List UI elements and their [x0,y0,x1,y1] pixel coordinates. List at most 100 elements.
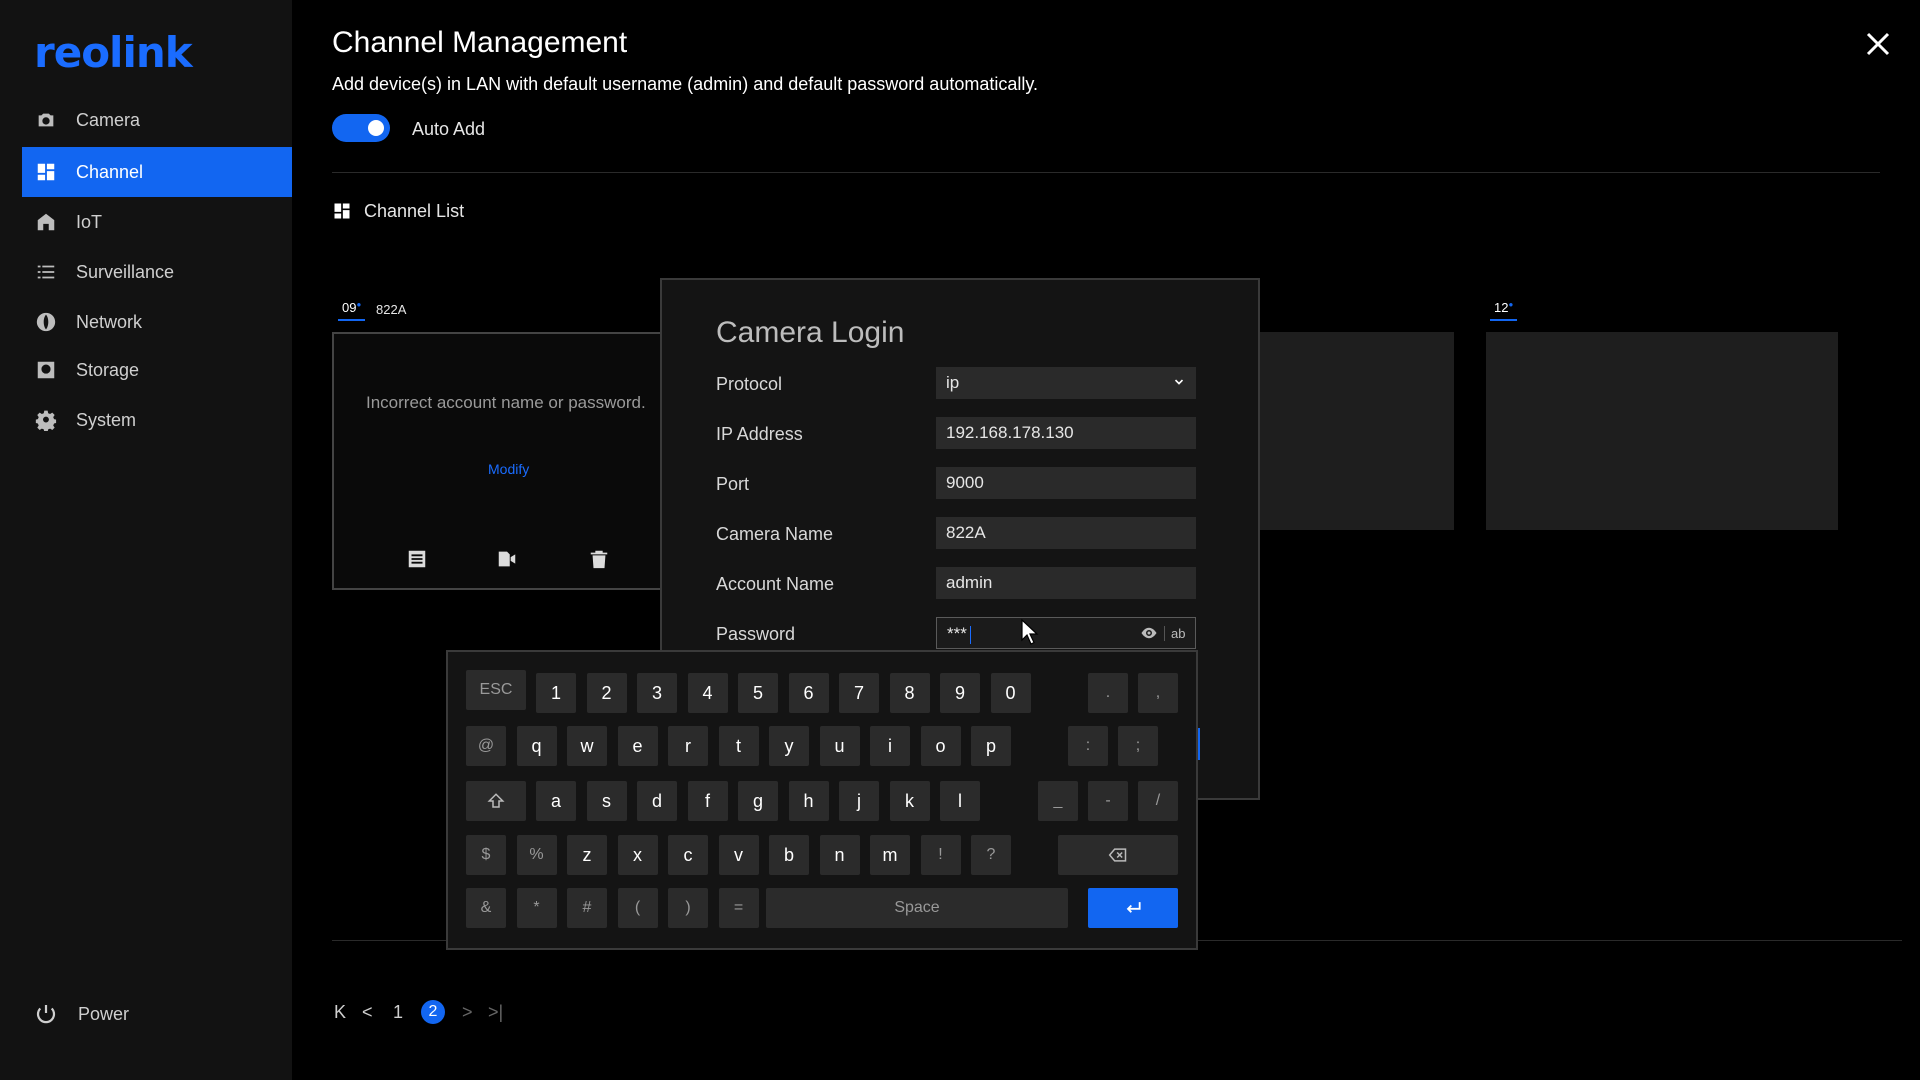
key-symbol[interactable]: % [516,835,557,875]
key-symbol[interactable]: * [516,888,557,928]
page-1-button[interactable]: 1 [393,1002,403,1023]
key-punct[interactable]: , [1138,673,1178,713]
key-symbol[interactable]: & [466,888,506,928]
key-at[interactable]: @ [466,726,506,766]
sidebar-item-label: Surveillance [76,261,175,282]
ip-address-field[interactable]: 192.168.178.130 [936,417,1196,449]
channel-number-12: 12● [1490,300,1518,321]
key-9[interactable]: 9 [940,673,980,713]
sidebar-item-system[interactable]: System [22,395,292,445]
key-symbol[interactable]: ! [920,835,961,875]
key-0[interactable]: 0 [990,673,1031,713]
channel-number-09: 09● [338,300,366,321]
last-page-button[interactable]: >| [488,1002,503,1023]
gear-icon [34,408,58,432]
account-name-field[interactable]: admin [936,567,1196,599]
camera-settings-icon[interactable] [496,548,518,575]
key-6[interactable]: 6 [788,673,829,713]
key-symbol[interactable]: = [718,888,759,928]
sidebar-item-network[interactable]: Network [22,297,292,347]
close-button[interactable] [1862,28,1894,60]
key-f[interactable]: f [687,781,728,821]
account-name-label: Account Name [716,574,835,594]
key-j[interactable]: j [839,781,879,821]
delete-icon[interactable] [588,548,610,575]
key-d[interactable]: d [637,781,677,821]
protocol-value: ip [946,373,960,392]
key-punct[interactable]: / [1138,781,1178,821]
key-t[interactable]: t [718,726,759,766]
key-y[interactable]: y [769,726,809,766]
key-symbol[interactable]: ? [971,835,1011,875]
power-button[interactable]: Power [34,1002,129,1026]
protocol-select[interactable]: ip [936,367,1196,399]
key-s[interactable]: s [586,781,627,821]
port-field[interactable]: 9000 [936,467,1196,499]
key-1[interactable]: 1 [536,673,576,713]
key-r[interactable]: r [668,726,708,766]
key-p[interactable]: p [971,726,1011,766]
key-3[interactable]: 3 [637,673,677,713]
key-a[interactable]: a [536,781,576,821]
key-space[interactable]: Space [766,888,1068,928]
protocol-label: Protocol [716,374,783,394]
key-4[interactable]: 4 [687,673,728,713]
channel-tile-11[interactable] [1258,332,1454,530]
key-z[interactable]: z [567,835,607,875]
sidebar-item-camera[interactable]: Camera [22,95,292,145]
key-shift[interactable] [466,781,526,821]
key-x[interactable]: x [617,835,658,875]
key-5[interactable]: 5 [738,673,778,713]
key-h[interactable]: h [788,781,829,821]
key-v[interactable]: v [718,835,759,875]
next-page-button[interactable]: > [462,1002,473,1023]
key-punct[interactable]: : [1068,726,1108,766]
camera-name-label: Camera Name [716,524,834,544]
key-punct[interactable]: _ [1038,781,1078,821]
backspace-icon [1108,848,1127,862]
sidebar-item-storage[interactable]: Storage [22,345,292,395]
key-symbol[interactable]: $ [466,835,506,875]
key-e[interactable]: e [617,726,658,766]
sidebar-item-channel[interactable]: Channel [22,147,292,197]
list-details-icon[interactable] [406,548,428,575]
key-punct[interactable]: ; [1118,726,1158,766]
first-page-button[interactable]: K [334,1002,346,1023]
key-symbol[interactable]: ( [617,888,658,928]
page-current-button[interactable]: 2 [421,1000,445,1024]
key-backspace[interactable] [1058,835,1178,875]
modify-link[interactable]: Modify [488,461,529,477]
key-l[interactable]: l [940,781,980,821]
key-punct[interactable]: . [1088,673,1128,713]
key-c[interactable]: c [668,835,708,875]
key-u[interactable]: u [819,726,860,766]
ip-address-label: IP Address [716,424,803,444]
sidebar-item-iot[interactable]: IoT [22,197,292,247]
eye-icon[interactable] [1140,624,1158,642]
key-q[interactable]: q [516,726,557,766]
key-o[interactable]: o [920,726,961,766]
key-n[interactable]: n [819,835,860,875]
key-k[interactable]: k [889,781,930,821]
key-symbol[interactable]: ) [668,888,708,928]
power-label: Power [78,1003,130,1024]
key-7[interactable]: 7 [839,673,879,713]
key-2[interactable]: 2 [586,673,627,713]
channel-grid-icon [34,160,58,184]
key-i[interactable]: i [870,726,910,766]
key-m[interactable]: m [870,835,910,875]
prev-page-button[interactable]: < [362,1002,373,1023]
input-mode-toggle[interactable]: ab [1164,626,1185,641]
channel-tile-12[interactable] [1486,332,1838,530]
key-esc[interactable]: ESC [466,670,526,710]
key-g[interactable]: g [738,781,778,821]
sidebar-item-surveillance[interactable]: Surveillance [22,247,292,297]
camera-name-field[interactable]: 822A [936,517,1196,549]
key-enter[interactable] [1088,888,1178,928]
key-punct[interactable]: - [1088,781,1128,821]
key-w[interactable]: w [567,726,607,766]
key-b[interactable]: b [769,835,809,875]
key-8[interactable]: 8 [889,673,930,713]
key-symbol[interactable]: # [567,888,607,928]
auto-add-toggle[interactable] [332,114,390,142]
